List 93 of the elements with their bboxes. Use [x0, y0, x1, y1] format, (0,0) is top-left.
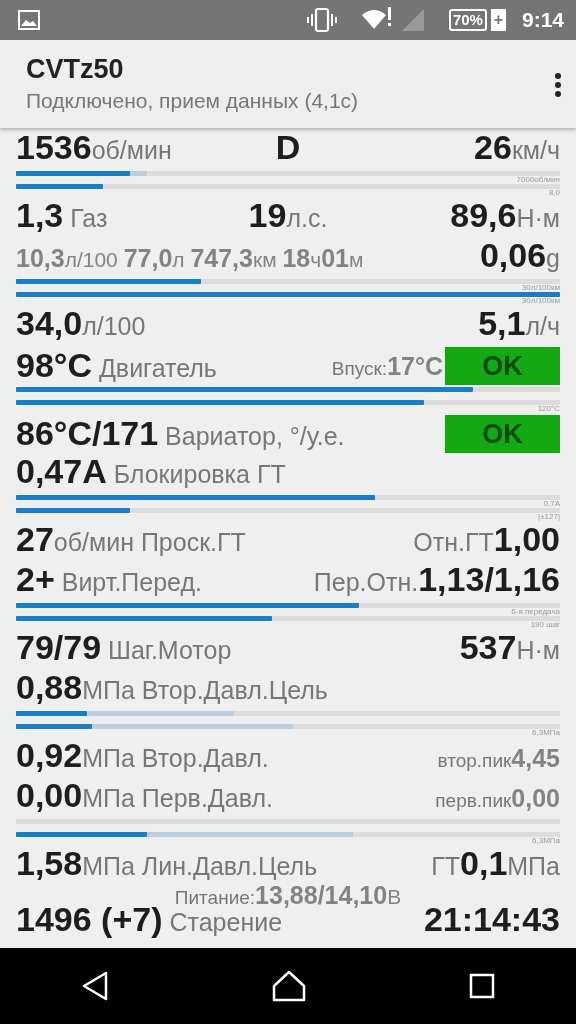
unit-label: МПа Втор.Давл.Цель [82, 676, 328, 704]
unit-label: км/ч [511, 137, 560, 164]
reading-value: 5,1 [478, 306, 526, 342]
scale-label: 190 шаг [530, 621, 560, 629]
reading-value: 13,88/14,10 [255, 881, 388, 909]
reading-value: 1536 [16, 128, 92, 166]
scale-label: 120°C [537, 405, 560, 413]
unit-label: МПа Перв.Давл. [82, 784, 273, 812]
unit-label: л [172, 248, 186, 271]
reading-value: 537 [459, 630, 517, 666]
reading-value: 0,00 [16, 776, 83, 814]
image-icon [18, 10, 40, 30]
unit-label: Н·м [516, 205, 560, 232]
unit-label: Н·м [516, 637, 560, 664]
unit-label: В [387, 885, 402, 908]
unit-label: ч [310, 248, 322, 271]
unit-label: Шаг.Мотор [107, 636, 232, 664]
signal-icon [400, 8, 425, 32]
unit-label: Пер.Отн. [313, 569, 419, 596]
unit-label: л/100 [64, 248, 119, 271]
battery-level: 70% [448, 9, 487, 31]
reading-value: 17°C [387, 352, 443, 380]
reading-value: 0,1 [460, 846, 508, 882]
unit-label: g [546, 245, 560, 272]
reading-value: 98°C [16, 346, 92, 384]
home-icon[interactable] [272, 970, 306, 1002]
reading-value: 19 [248, 196, 287, 234]
unit-label: л/100 [82, 312, 146, 340]
reading-value: 1,58 [16, 844, 83, 882]
reading-value: 0,00 [511, 785, 560, 812]
reading-value: 0,88 [16, 668, 83, 706]
clock: 9:14 [521, 7, 564, 34]
reading-value: 10,3 [16, 244, 65, 272]
reading-value: 26 [474, 130, 512, 166]
reading-value: 77,0 [123, 244, 173, 272]
reading-value: 27 [16, 520, 54, 558]
unit-label: Вариатор, °/у.е. [164, 422, 345, 450]
back-icon[interactable] [81, 971, 110, 1001]
scale-label: 6,3МПа [532, 729, 560, 737]
status-badge: OK [445, 347, 560, 385]
scale-label: 30л/100км [521, 297, 560, 305]
unit-label: Старение [168, 908, 283, 936]
reading-value: 21:14:43 [423, 902, 560, 938]
overflow-menu-icon[interactable] [554, 72, 562, 98]
unit-label: об/мин Проск.ГТ [53, 528, 246, 556]
scale-label: |±127| [538, 513, 560, 521]
unit-label: л.с. [286, 204, 328, 232]
unit-label: Отн.ГТ [413, 529, 494, 556]
reading-value: 4,45 [511, 745, 560, 772]
param-label: втор.пик [437, 751, 512, 771]
unit-label: Газ [69, 204, 108, 232]
unit-label: об/мин [91, 136, 172, 164]
param-label: Питание: [174, 887, 256, 908]
connection-status: Подключено, прием данных (4,1с) [26, 88, 360, 114]
scale-label: 6,3МПа [532, 837, 560, 845]
unit-label: МПа [507, 853, 560, 880]
param-label: Впуск: [331, 358, 388, 379]
unit-label: МПа Втор.Давл. [82, 744, 269, 772]
vibrate-icon [306, 8, 337, 32]
reading-value: 1,13/1,16 [418, 562, 560, 598]
scale-label: 30л/100км [521, 284, 560, 292]
reading-value: 0,47A [16, 452, 107, 490]
reading-value: 89,6 [450, 198, 517, 234]
reading-value: 2+ [16, 560, 55, 598]
unit-label: л/ч [525, 313, 560, 340]
reading-value: 0,92 [16, 736, 83, 774]
unit-label: Двигатель [97, 354, 217, 382]
reading-value: 01 [321, 244, 349, 272]
reading-value: 1,3 [16, 196, 64, 234]
scale-label: 6-я передача [511, 608, 560, 616]
reading-value: 0,06 [479, 238, 547, 274]
reading-value: 1496 (+7) [16, 900, 163, 938]
reading-value: 1,00 [493, 522, 560, 558]
unit-label: МПа Лин.Давл.Цель [82, 852, 318, 880]
unit-label: Вирт.Перед. [60, 568, 202, 596]
param-label: перв.пик [435, 791, 512, 811]
reading-value: D [275, 128, 301, 166]
recents-icon[interactable] [468, 973, 495, 999]
app-title: CVTz50 [26, 53, 125, 86]
reading-value: 747,3 [190, 244, 253, 272]
reading-value: 86°C/171 [16, 414, 159, 452]
charging-indicator: + [490, 9, 506, 31]
scale-label: 0,7A [543, 500, 560, 508]
reading-value: 79/79 [16, 628, 102, 666]
reading-value: 34,0 [16, 304, 83, 342]
unit-label: Блокировка ГТ [112, 460, 286, 488]
unit-label: км [252, 248, 278, 271]
status-badge: OK [445, 415, 560, 453]
unit-label: ГТ [431, 853, 461, 880]
unit-label: м [349, 248, 364, 271]
reading-value: 18 [282, 244, 311, 272]
scale-label: 7000об/мин [516, 176, 560, 184]
scale-label: 8,0 [548, 189, 560, 197]
